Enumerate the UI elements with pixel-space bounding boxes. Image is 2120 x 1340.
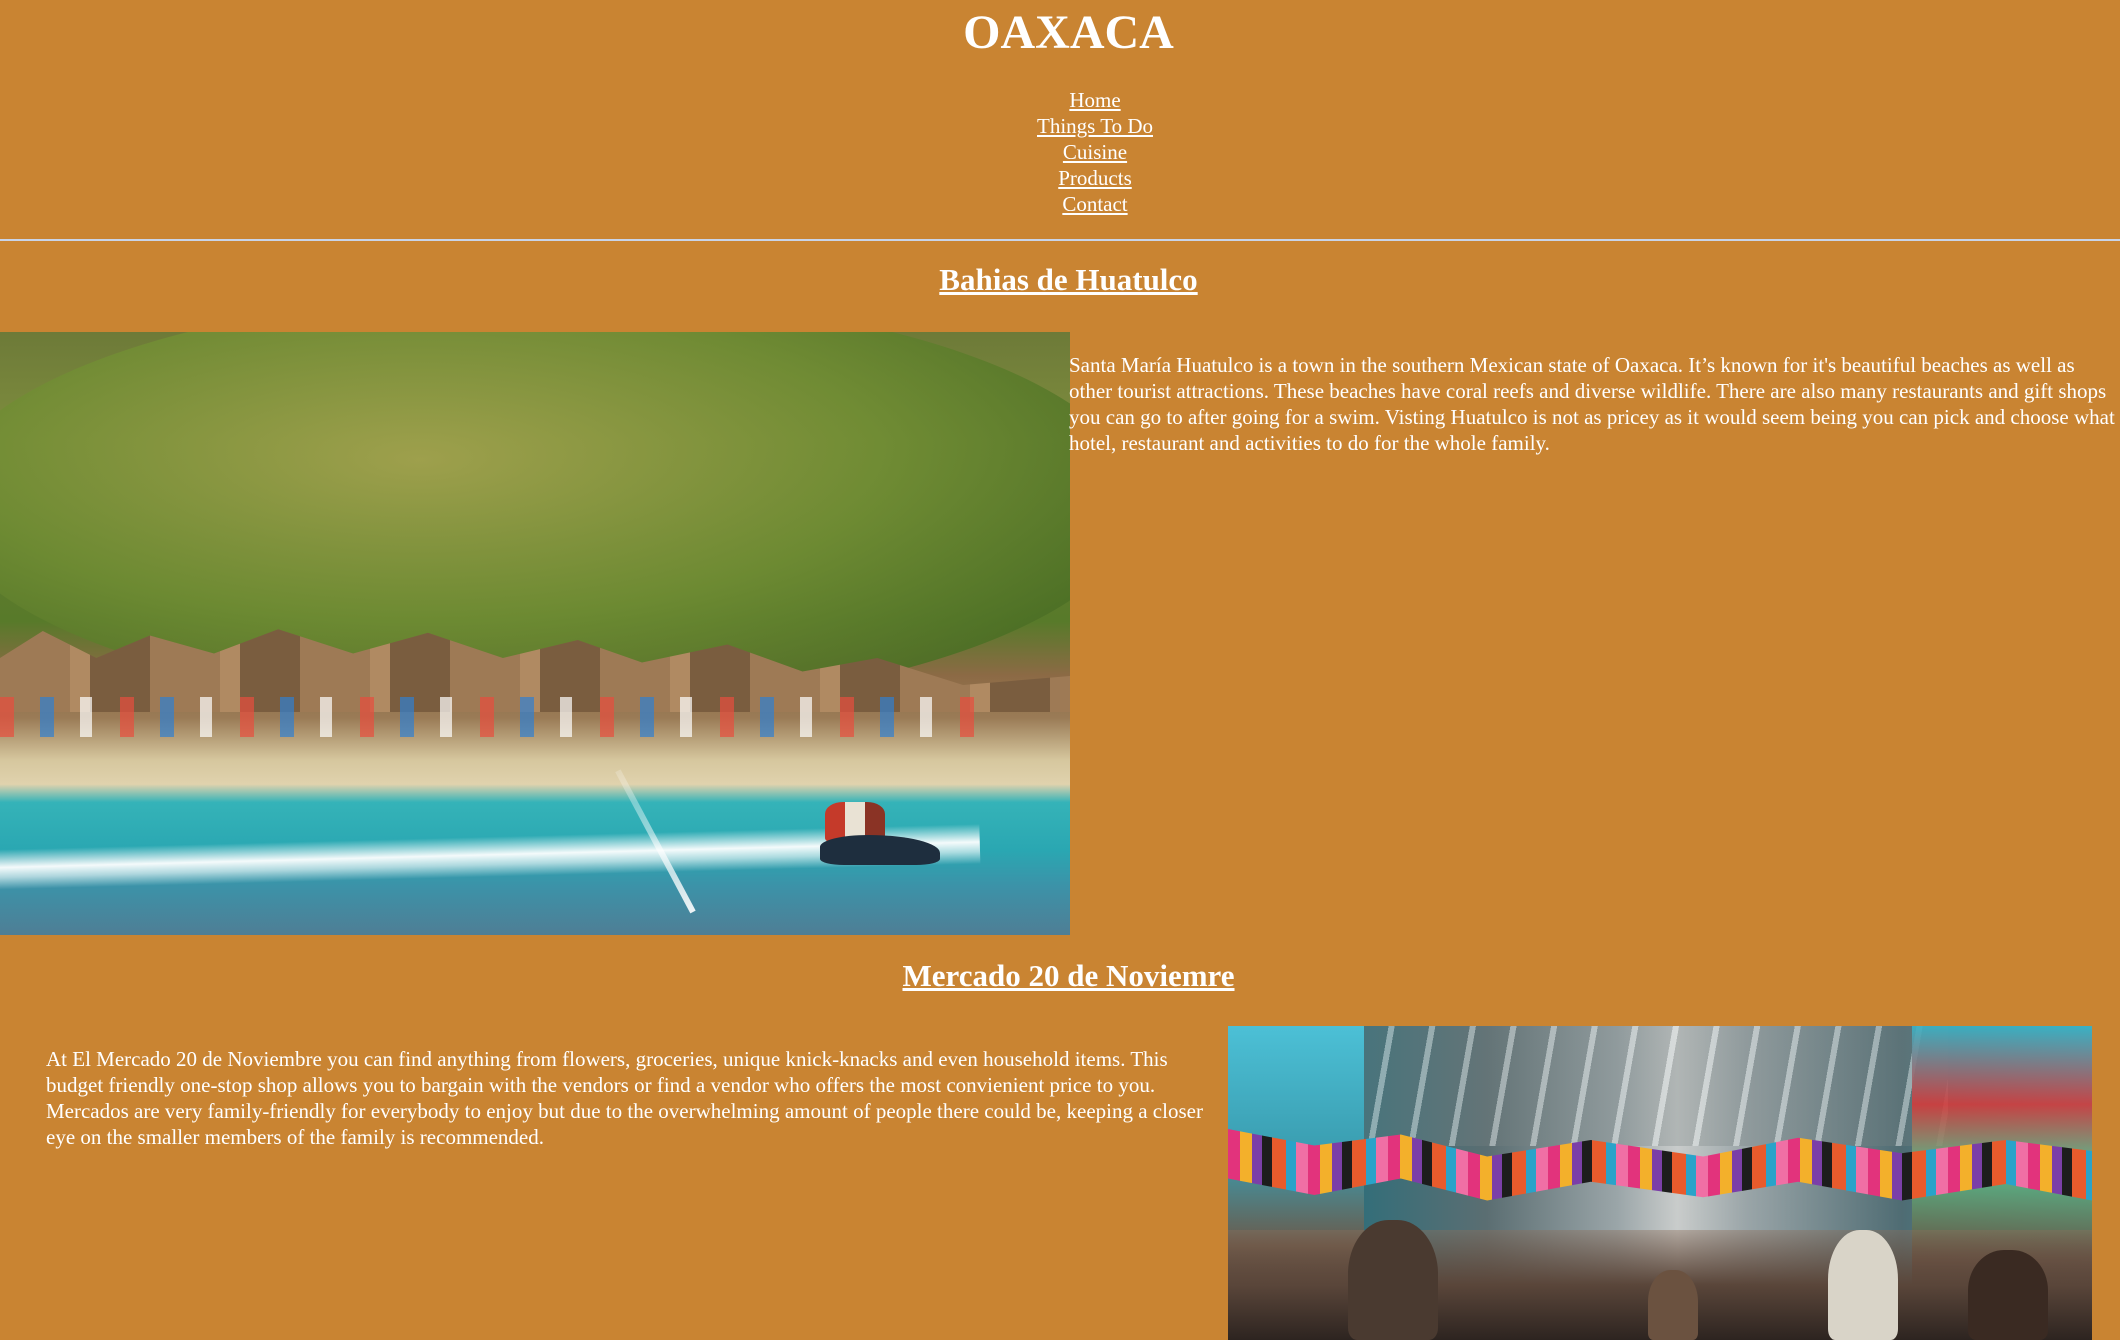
nav-link-things-to-do[interactable]: Things To Do <box>1037 113 1153 139</box>
section-link-huatulco[interactable]: Bahias de Huatulco <box>939 262 1197 297</box>
mercado-description: At El Mercado 20 de Noviembre you can fi… <box>46 1047 1203 1149</box>
section-title-mercado: Mercado 20 de Noviemre <box>0 958 2120 994</box>
site-title: OAXACA <box>963 6 1174 59</box>
section-title-huatulco: Bahias de Huatulco <box>0 262 2120 298</box>
nav-link-contact[interactable]: Contact <box>1062 191 1127 217</box>
header-divider <box>0 239 2120 241</box>
page: OAXACA Home Things To Do Cuisine Product… <box>0 0 2120 1340</box>
nav-link-home[interactable]: Home <box>1069 87 1120 113</box>
nav-link-products[interactable]: Products <box>1058 165 1132 191</box>
mercado-photo <box>1228 1026 2092 1340</box>
nav-link-cuisine[interactable]: Cuisine <box>1063 139 1127 165</box>
huatulco-beach-photo <box>0 332 1070 935</box>
main-nav: Home Things To Do Cuisine Products Conta… <box>0 87 2120 217</box>
section-link-mercado[interactable]: Mercado 20 de Noviemre <box>902 958 1234 993</box>
huatulco-description: Santa María Huatulco is a town in the so… <box>1069 353 2115 455</box>
